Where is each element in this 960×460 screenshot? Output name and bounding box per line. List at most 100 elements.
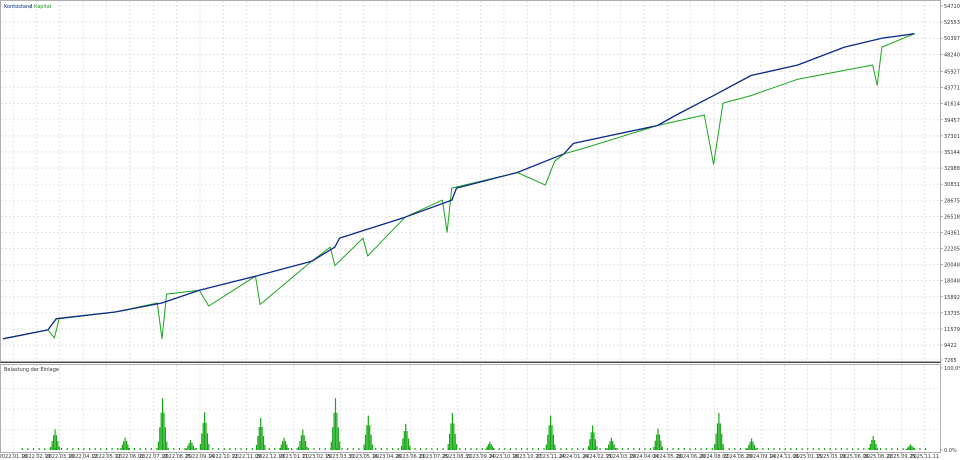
load-bar-base xyxy=(105,448,108,450)
load-bar-base xyxy=(262,448,265,450)
load-bar xyxy=(192,445,194,450)
load-bar xyxy=(302,429,304,450)
load-bar xyxy=(58,446,60,450)
y-tick-label: 50397 xyxy=(944,36,960,42)
load-bar xyxy=(593,432,595,450)
load-bar-base xyxy=(655,448,657,450)
load-bar-base xyxy=(167,448,169,450)
load-bar xyxy=(753,444,755,450)
load-bar xyxy=(257,435,259,450)
date-x-axis: 2022.01.102022.02.102022.03.102022.04.12… xyxy=(0,452,939,460)
load-bar-base xyxy=(498,448,500,450)
load-bar-base xyxy=(622,448,624,450)
y-tick-label: 54710 xyxy=(944,4,960,10)
load-bar-base xyxy=(885,448,887,450)
load-bar-base xyxy=(689,448,691,450)
load-bar xyxy=(126,441,128,450)
load-bar-base xyxy=(509,448,511,450)
load-bar xyxy=(191,442,193,450)
load-bar-base xyxy=(599,448,601,450)
y-tick-label: 15892 xyxy=(944,295,960,301)
load-bar-base xyxy=(543,448,545,450)
load-bar xyxy=(305,441,307,450)
y-tick-label: 41614 xyxy=(944,102,960,108)
load-bar xyxy=(55,435,57,450)
load-bar xyxy=(489,441,491,450)
load-bar xyxy=(590,432,592,450)
load-bar-base xyxy=(324,448,326,450)
load-bar-base xyxy=(431,448,433,450)
load-bar-base xyxy=(751,448,753,450)
load-bar xyxy=(369,425,371,450)
load-bar-base xyxy=(246,448,248,450)
y-tick-label: 32988 xyxy=(944,166,960,172)
load-bar xyxy=(405,423,407,450)
load-bar-base xyxy=(504,448,506,450)
load-bar-base xyxy=(21,448,23,450)
load-bar xyxy=(336,412,338,450)
y-tick-label: 24361 xyxy=(944,230,960,236)
load-bar xyxy=(749,441,751,450)
load-bar xyxy=(608,444,610,450)
load-bar-base xyxy=(683,448,685,450)
load-bar xyxy=(612,441,614,450)
load-bar-base xyxy=(257,448,259,450)
load-bar xyxy=(205,422,207,450)
load-bar-base xyxy=(470,448,472,450)
load-bar-base xyxy=(268,448,270,450)
load-bar xyxy=(485,448,487,450)
load-bar xyxy=(370,434,372,450)
load-bar-base xyxy=(89,448,91,450)
load-bar-base xyxy=(302,448,304,450)
load-bar xyxy=(51,441,53,450)
y-tick-label: 52553 xyxy=(944,20,960,26)
load-bar xyxy=(449,433,451,450)
load-bar-base xyxy=(117,448,119,450)
load-bar-base xyxy=(891,448,893,450)
load-bar-base xyxy=(526,448,528,450)
load-bar xyxy=(283,437,285,450)
load-bar-base xyxy=(638,448,640,450)
load-bar xyxy=(187,445,189,450)
y-tick-label: 28675 xyxy=(944,198,960,204)
load-bar-base xyxy=(515,448,517,450)
load-bar-base xyxy=(32,448,35,450)
load-bar xyxy=(306,446,308,450)
load-bar-base xyxy=(554,448,556,450)
load-bar-base xyxy=(279,448,281,450)
y-tick-label: 18048 xyxy=(944,279,960,285)
load-bar xyxy=(748,444,750,450)
load-bar-base xyxy=(902,448,904,450)
load-bar xyxy=(403,431,405,450)
load-bar-base xyxy=(94,448,96,450)
load-bar xyxy=(162,398,164,450)
load-bar-base xyxy=(846,448,848,450)
load-bar-base xyxy=(706,448,708,450)
chart-canvas: 54710 52553 50397 48240 45927 43771 41614 39457… xyxy=(0,0,960,460)
load-bar xyxy=(548,425,550,450)
load-bar-base xyxy=(521,448,523,450)
load-bar xyxy=(124,437,126,450)
load-bar-base xyxy=(195,448,197,450)
y-tick-label: 9422 xyxy=(944,343,957,349)
load-bar xyxy=(202,422,204,450)
y-tick-label: 30831 xyxy=(944,182,960,188)
load-bar-base xyxy=(896,448,899,450)
load-bar xyxy=(490,444,492,450)
load-bar-base xyxy=(72,448,74,450)
load-bar xyxy=(719,423,721,450)
load-bar-base xyxy=(868,448,870,450)
load-bar xyxy=(57,441,59,450)
load-bar xyxy=(905,449,907,450)
load-bar-base xyxy=(100,448,102,450)
load-bar-base xyxy=(178,448,180,450)
y-tick-label: 37301 xyxy=(944,134,960,140)
load-bar xyxy=(54,429,56,450)
load-bar-base xyxy=(627,448,629,450)
load-bar-base xyxy=(678,448,680,450)
load-bar-base xyxy=(756,448,758,450)
load-bar-base xyxy=(347,448,349,450)
load-bar-base xyxy=(795,448,798,450)
load-bar xyxy=(157,441,159,450)
load-bar-base xyxy=(190,448,192,450)
